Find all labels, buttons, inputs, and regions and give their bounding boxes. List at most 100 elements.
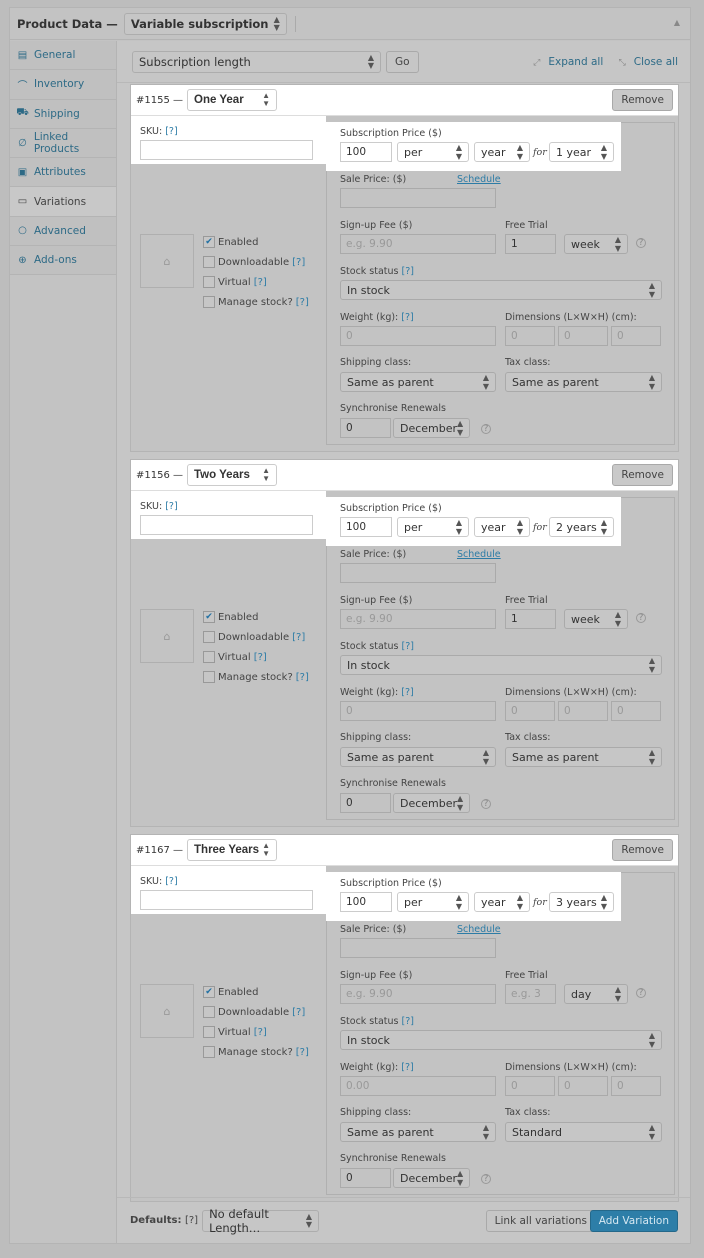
stock-status-select[interactable]: In stock ▲ ▼: [340, 655, 662, 675]
weight-input[interactable]: 0: [340, 326, 496, 346]
sidebar-item-inventory[interactable]: ⌒ Inventory: [10, 70, 116, 100]
bulk-action-select[interactable]: Subscription length ▲ ▼: [132, 50, 381, 73]
sync-month-select[interactable]: December ▲ ▼: [393, 418, 470, 438]
free-trial-period-select[interactable]: week ▲ ▼: [564, 609, 628, 629]
enabled-checkbox[interactable]: ✔ Enabled: [203, 986, 258, 998]
sidebar-item-add-ons[interactable]: ⊕ Add-ons: [10, 246, 116, 276]
manage-stock-help[interactable]: [?]: [296, 672, 309, 683]
billing-interval-select[interactable]: per ▲ ▼: [397, 517, 469, 537]
sidebar-item-linked-products[interactable]: ∅ Linked Products: [10, 128, 116, 159]
virtual-help[interactable]: [?]: [254, 277, 267, 288]
sidebar-item-advanced[interactable]: ○ Advanced: [10, 216, 116, 247]
downloadable-help[interactable]: [?]: [292, 1007, 305, 1018]
weight-input[interactable]: 0: [340, 701, 496, 721]
billing-period-select[interactable]: year ▲ ▼: [474, 892, 530, 912]
free-trial-period-select[interactable]: week ▲ ▼: [564, 234, 628, 254]
stock-status-select[interactable]: In stock ▲ ▼: [340, 1030, 662, 1050]
signup-fee-input[interactable]: e.g. 9.90: [340, 609, 496, 629]
expand-all-link[interactable]: ⤢ Expand all: [527, 56, 603, 68]
collapse-toggle-icon[interactable]: ▲: [674, 18, 680, 27]
schedule-link[interactable]: Schedule: [457, 924, 501, 935]
sidebar-item-general[interactable]: ▤ General: [10, 41, 116, 71]
variation-image-placeholder[interactable]: ⌂: [140, 609, 194, 663]
manage-stock-help[interactable]: [?]: [296, 297, 309, 308]
go-button[interactable]: Go: [386, 50, 419, 73]
sync-day-input[interactable]: 0: [340, 418, 391, 438]
sale-price-input[interactable]: [340, 188, 496, 208]
sync-day-input[interactable]: 0: [340, 793, 391, 813]
close-all-link[interactable]: ⤡ Close all: [613, 56, 678, 68]
checkbox[interactable]: [203, 671, 215, 683]
variation-length-select[interactable]: One Year ▲ ▼: [187, 89, 278, 111]
tax-class-select[interactable]: Standard ▲ ▼: [505, 1122, 662, 1142]
schedule-link[interactable]: Schedule: [457, 549, 501, 560]
subscription-price-input[interactable]: 100: [340, 517, 392, 537]
manage-stock-help[interactable]: [?]: [296, 1047, 309, 1058]
shipping-class-select[interactable]: Same as parent ▲ ▼: [340, 372, 496, 392]
sidebar-item-variations[interactable]: ▭ Variations: [10, 187, 116, 217]
checkbox[interactable]: [203, 256, 215, 268]
sync-day-input[interactable]: 0: [340, 1168, 391, 1188]
free-trial-length-input[interactable]: 1: [505, 609, 556, 629]
subscription-price-input[interactable]: 100: [340, 892, 392, 912]
tax-class-select[interactable]: Same as parent ▲ ▼: [505, 747, 662, 767]
help-icon[interactable]: ?: [636, 613, 646, 623]
checkbox[interactable]: [203, 296, 215, 308]
stock-status-help[interactable]: [?]: [402, 641, 414, 652]
height-input[interactable]: 0: [611, 326, 661, 346]
checkbox[interactable]: [203, 631, 215, 643]
checkbox[interactable]: ✔: [203, 611, 215, 623]
defaults-help[interactable]: [?]: [185, 1215, 198, 1226]
billing-interval-select[interactable]: per ▲ ▼: [397, 142, 469, 162]
length-input[interactable]: 0: [505, 701, 555, 721]
width-input[interactable]: 0: [558, 701, 608, 721]
stock-status-select[interactable]: In stock ▲ ▼: [340, 280, 662, 300]
shipping-class-select[interactable]: Same as parent ▲ ▼: [340, 1122, 496, 1142]
weight-help[interactable]: [?]: [401, 1062, 413, 1073]
variation-length-select[interactable]: Two Years ▲ ▼: [187, 464, 278, 486]
virtual-help[interactable]: [?]: [254, 1027, 267, 1038]
variation-image-placeholder[interactable]: ⌂: [140, 234, 194, 288]
width-input[interactable]: 0: [558, 326, 608, 346]
downloadable-checkbox[interactable]: Downloadable [?]: [203, 1006, 305, 1018]
signup-fee-input[interactable]: e.g. 9.90: [340, 234, 496, 254]
sku-input[interactable]: [140, 140, 313, 160]
help-icon[interactable]: ?: [636, 988, 646, 998]
checkbox[interactable]: [203, 1006, 215, 1018]
downloadable-help[interactable]: [?]: [292, 632, 305, 643]
remove-variation-button[interactable]: Remove: [612, 89, 673, 111]
sku-input[interactable]: [140, 515, 313, 535]
schedule-link[interactable]: Schedule: [457, 174, 501, 185]
virtual-checkbox[interactable]: Virtual [?]: [203, 276, 267, 288]
length-input[interactable]: 0: [505, 326, 555, 346]
variation-header[interactable]: #1156 — Two Years ▲ ▼ Remove: [131, 460, 678, 491]
sale-price-input[interactable]: [340, 563, 496, 583]
free-trial-length-input[interactable]: e.g. 3: [505, 984, 556, 1004]
downloadable-checkbox[interactable]: Downloadable [?]: [203, 631, 305, 643]
checkbox[interactable]: [203, 1046, 215, 1058]
downloadable-help[interactable]: [?]: [292, 257, 305, 268]
height-input[interactable]: 0: [611, 1076, 661, 1096]
sku-help[interactable]: [?]: [165, 126, 177, 137]
checkbox[interactable]: [203, 651, 215, 663]
checkbox[interactable]: [203, 1026, 215, 1038]
width-input[interactable]: 0: [558, 1076, 608, 1096]
sale-price-input[interactable]: [340, 938, 496, 958]
enabled-checkbox[interactable]: ✔ Enabled: [203, 611, 258, 623]
variation-length-select[interactable]: Three Years ▲ ▼: [187, 839, 278, 861]
sidebar-item-shipping[interactable]: ⛟ Shipping: [10, 99, 116, 129]
default-length-select[interactable]: No default Length… ▲ ▼: [202, 1207, 320, 1235]
help-icon[interactable]: ?: [481, 1174, 491, 1184]
free-trial-period-select[interactable]: day ▲ ▼: [564, 984, 628, 1004]
checkbox[interactable]: ✔: [203, 986, 215, 998]
billing-period-select[interactable]: year ▲ ▼: [474, 517, 530, 537]
remove-variation-button[interactable]: Remove: [612, 839, 673, 861]
weight-help[interactable]: [?]: [401, 312, 413, 323]
sku-help[interactable]: [?]: [165, 876, 177, 887]
help-icon[interactable]: ?: [481, 424, 491, 434]
manage-stock-checkbox[interactable]: Manage stock? [?]: [203, 1046, 309, 1058]
weight-input[interactable]: 0.00: [340, 1076, 496, 1096]
help-icon[interactable]: ?: [481, 799, 491, 809]
virtual-help[interactable]: [?]: [254, 652, 267, 663]
virtual-checkbox[interactable]: Virtual [?]: [203, 651, 267, 663]
